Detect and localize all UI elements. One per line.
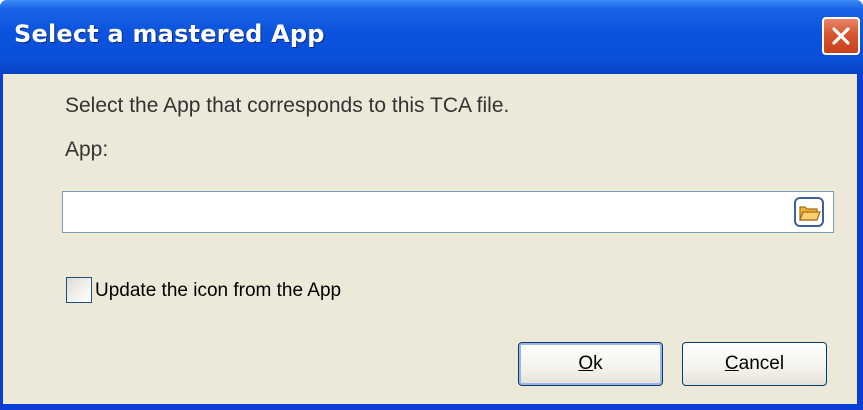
- app-path-input[interactable]: [62, 191, 834, 233]
- update-icon-checkbox-label[interactable]: Update the icon from the App: [95, 280, 341, 302]
- app-field-label: App:: [65, 138, 109, 161]
- ok-label-rest: k: [593, 353, 603, 374]
- cancel-accesskey: C: [724, 353, 739, 374]
- cancel-button[interactable]: Cancel: [682, 342, 827, 386]
- ok-button[interactable]: Ok: [518, 342, 663, 386]
- dialog-window: Select a mastered App Select the App tha…: [0, 0, 863, 410]
- window-frame-right: [857, 74, 863, 410]
- title-bar[interactable]: Select a mastered App: [0, 0, 863, 74]
- browse-button[interactable]: [793, 196, 825, 228]
- window-frame-bottom: [0, 404, 863, 410]
- cancel-label-rest: ancel: [738, 353, 785, 374]
- instruction-text: Select the App that corresponds to this …: [65, 94, 510, 117]
- close-button[interactable]: [822, 17, 860, 55]
- dialog-body: Select the App that corresponds to this …: [3, 74, 857, 404]
- window-title: Select a mastered App: [14, 20, 325, 48]
- ok-accesskey: O: [578, 353, 594, 374]
- close-icon: [832, 27, 850, 45]
- update-icon-checkbox[interactable]: [66, 277, 92, 303]
- folder-open-icon: [794, 197, 824, 227]
